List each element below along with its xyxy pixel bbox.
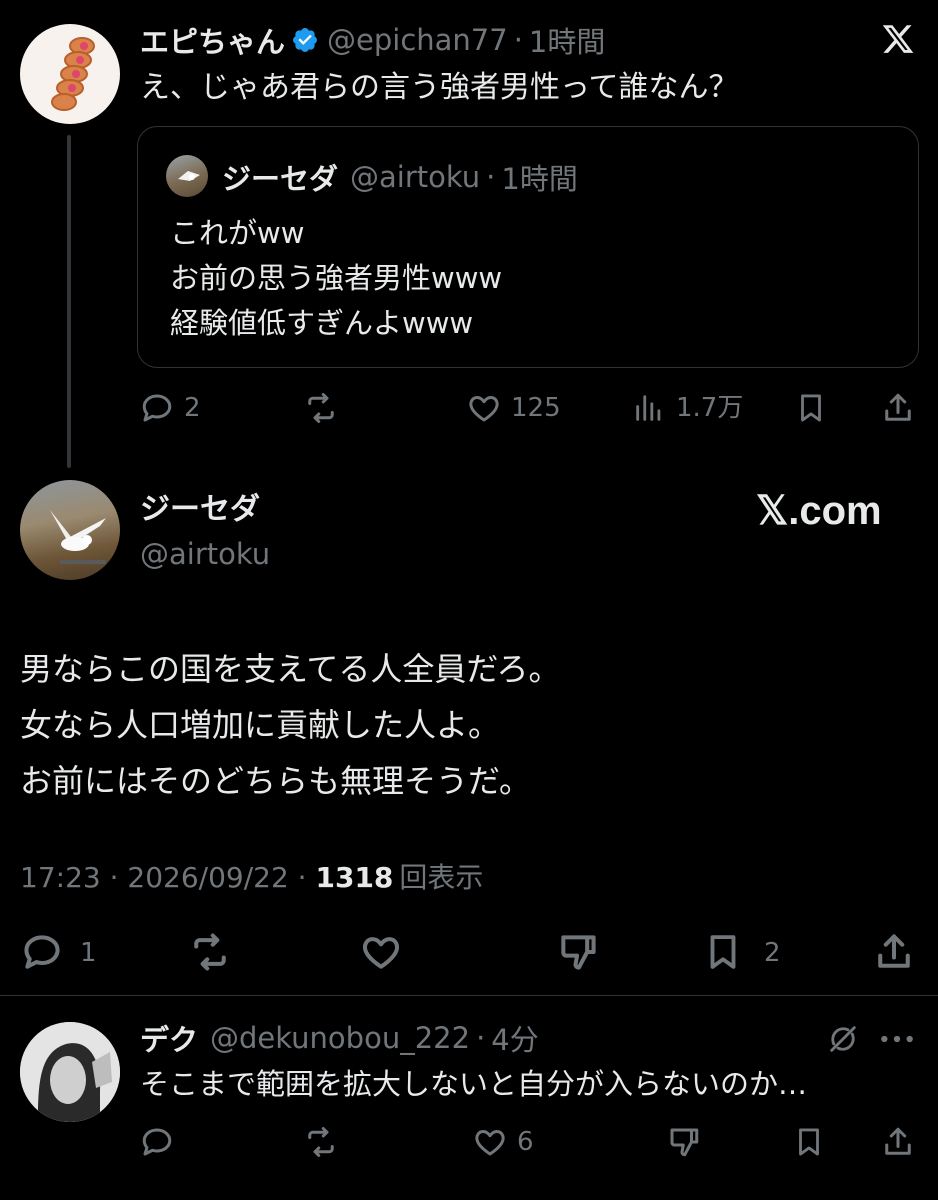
reply-icon[interactable]	[139, 390, 175, 426]
x-logo-icon[interactable]	[881, 22, 915, 56]
quote-display-name: ジーセダ	[222, 162, 339, 196]
bookmark-icon[interactable]	[794, 390, 828, 426]
like-icon[interactable]	[472, 1124, 508, 1160]
views-icon[interactable]	[632, 390, 666, 426]
post-line: 男ならこの国を支えてる人全員だろ。	[20, 650, 561, 688]
verified-badge-icon	[291, 26, 319, 54]
post2-text: 男ならこの国を支えてる人全員だろ。 女なら人口増加に貢献した人よ。 お前にはその…	[20, 641, 560, 809]
separator: ·	[476, 1021, 486, 1055]
post1-text: え、じゃあ君らの言う強者男性って誰なん？	[140, 70, 739, 105]
avatar-airtoku-small	[166, 155, 208, 197]
post-datetime[interactable]: 17:23 · 2026/09/22 ·	[20, 858, 315, 898]
view-label: 回表示	[399, 861, 484, 894]
dislike-icon[interactable]	[556, 930, 600, 974]
repost-icon[interactable]	[302, 1124, 340, 1160]
quote-handle: @airtoku	[350, 160, 481, 194]
like-icon[interactable]	[358, 930, 404, 974]
quote-card[interactable]: ジーセダ @airtoku · 1時間 これがww お前の思う強者男性www 経…	[137, 126, 919, 368]
post2-handle[interactable]: @airtoku	[140, 534, 270, 574]
post-line: お前にはそのどちらも無理そうだ。	[20, 762, 532, 800]
avatar-airtoku[interactable]	[20, 480, 120, 580]
post2-meta: 17:23 · 2026/09/22 · 1318 回表示	[20, 858, 483, 898]
repost-icon[interactable]	[186, 930, 234, 974]
bookmark-icon[interactable]	[702, 930, 744, 974]
bookmark-count: 2	[764, 938, 781, 968]
seagull-image	[50, 510, 106, 564]
display-name[interactable]: エピちゃん	[140, 19, 285, 61]
timestamp[interactable]: 4分	[491, 1017, 538, 1059]
handle[interactable]: @dekunobou_222	[210, 1021, 470, 1055]
reply-text: そこまで範囲を拡大しないと自分が入らないのか…	[140, 1067, 808, 1101]
avatar-epichan[interactable]	[20, 24, 120, 124]
post-line: 女なら人口増加に貢献した人よ。	[20, 706, 501, 744]
display-name[interactable]: デク	[140, 1017, 198, 1059]
like-count: 6	[517, 1127, 534, 1157]
quote-line: これがww	[170, 216, 305, 250]
repost-icon[interactable]	[302, 390, 340, 426]
share-icon[interactable]	[880, 1124, 916, 1160]
quote-text: これがww お前の思う強者男性www 経験値低すぎんよwww	[170, 211, 502, 346]
dislike-icon[interactable]	[666, 1124, 702, 1160]
like-count: 125	[511, 393, 561, 423]
more-options-icon[interactable]	[878, 1026, 916, 1052]
watermark: 𝕏.com	[756, 489, 882, 533]
reply-count: 1	[80, 938, 97, 968]
views-count: 1.7万	[676, 393, 744, 423]
avatar-dekunobou[interactable]	[20, 1022, 120, 1122]
reply-icon[interactable]	[139, 1124, 175, 1160]
reply-header: デク @dekunobou_222 · 4分	[140, 1018, 539, 1058]
view-count: 1318	[315, 861, 394, 894]
handle[interactable]: @epichan77	[327, 23, 508, 57]
grok-icon[interactable]	[826, 1022, 860, 1056]
timestamp[interactable]: 1時間	[529, 19, 605, 61]
post1-header: エピちゃん @epichan77 · 1時間	[140, 20, 605, 60]
quote-line: お前の思う強者男性www	[170, 261, 503, 295]
divider	[0, 995, 938, 996]
separator: ·	[513, 23, 523, 57]
share-icon[interactable]	[880, 390, 916, 426]
quote-timestamp: 1時間	[501, 162, 578, 196]
quote-header: ジーセダ @airtoku · 1時間	[222, 157, 578, 197]
separator: ·	[486, 160, 496, 194]
reply-icon[interactable]	[20, 930, 64, 974]
bookmark-icon[interactable]	[792, 1124, 826, 1160]
quote-line: 経験値低すぎんよwww	[170, 306, 474, 340]
post2-display-name[interactable]: ジーセダ	[140, 490, 260, 530]
reply-count: 2	[184, 393, 201, 423]
share-icon[interactable]	[872, 930, 916, 974]
thread-line	[67, 135, 71, 468]
like-icon[interactable]	[466, 390, 502, 426]
